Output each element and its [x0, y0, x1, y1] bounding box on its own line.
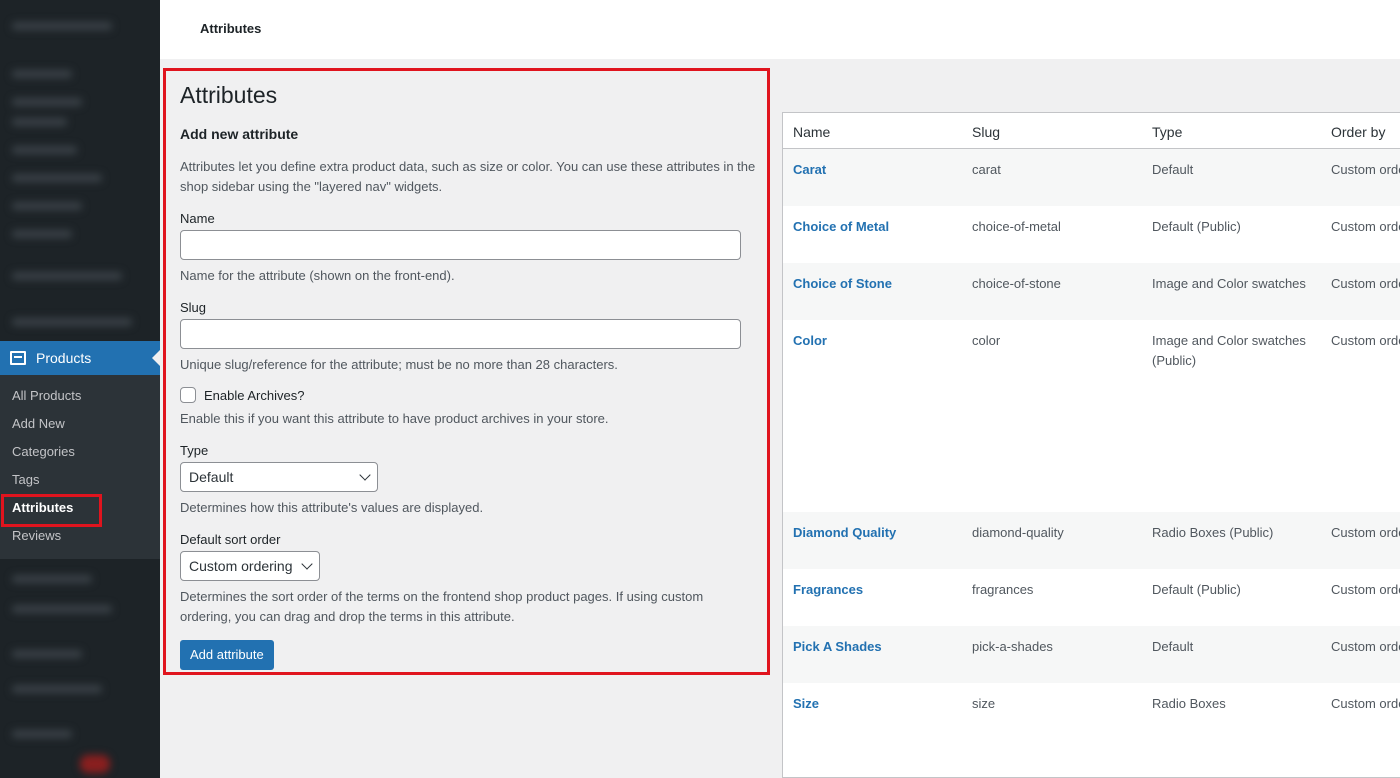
attribute-type: Default	[1152, 162, 1194, 177]
name-help: Name for the attribute (shown on the fro…	[180, 268, 455, 283]
table-row: Carat carat Default Custom orde	[783, 149, 1400, 206]
table-header: Name Slug Type Order by	[783, 113, 1400, 149]
attribute-order-by: Custom orde	[1331, 696, 1400, 711]
archives-help: Enable this if you want this attribute t…	[180, 411, 609, 426]
attribute-type: Image and Color swatches (Public)	[1152, 333, 1306, 368]
add-attribute-button[interactable]: Add attribute	[180, 640, 274, 670]
submenu-categories[interactable]: Categories	[0, 438, 160, 466]
enable-archives-checkbox[interactable]	[180, 387, 196, 403]
column-header-name: Name	[793, 124, 831, 140]
slug-label: Slug	[180, 300, 207, 315]
table-row: Size size Radio Boxes Custom orde	[783, 683, 1400, 777]
attribute-type: Radio Boxes (Public)	[1152, 525, 1274, 540]
page-title: Attributes	[180, 82, 278, 108]
submenu-all-products[interactable]: All Products	[0, 382, 160, 410]
attributes-highlight-box	[1, 494, 102, 527]
type-help: Determines how this attribute's values a…	[180, 500, 484, 515]
attribute-order-by: Custom orde	[1331, 276, 1400, 291]
sort-order-select[interactable]: Custom ordering	[180, 551, 320, 581]
slug-input[interactable]	[180, 319, 741, 349]
enable-archives-row[interactable]: Enable Archives?	[180, 387, 753, 403]
intro-text: Attributes let you define extra product …	[180, 159, 756, 194]
attribute-name-link[interactable]: Size	[793, 694, 819, 714]
attribute-type: Radio Boxes	[1152, 696, 1226, 711]
attribute-slug: choice-of-metal	[972, 219, 1061, 234]
attribute-slug: color	[972, 333, 1001, 348]
table-row: Color color Image and Color swatches (Pu…	[783, 320, 1400, 512]
sidebar-item-label: Products	[36, 350, 92, 366]
attribute-name-link[interactable]: Carat	[793, 160, 826, 180]
sort-order-selected-value: Custom ordering	[189, 558, 293, 574]
column-header-type: Type	[1152, 124, 1183, 140]
section-title: Add new attribute	[180, 126, 299, 142]
attribute-type: Default	[1152, 639, 1194, 654]
table-row: Fragrances fragrances Default (Public) C…	[783, 569, 1400, 626]
attribute-name-link[interactable]: Pick A Shades	[793, 637, 882, 657]
attribute-name-link[interactable]: Diamond Quality	[793, 523, 896, 543]
current-menu-arrow	[152, 350, 160, 366]
sort-order-label: Default sort order	[180, 532, 281, 547]
top-header: Attributes	[160, 0, 1400, 59]
attribute-name-link[interactable]: Fragrances	[793, 580, 863, 600]
table-row: Pick A Shades pick-a-shades Default Cust…	[783, 626, 1400, 683]
attribute-slug: choice-of-stone	[972, 276, 1061, 291]
archive-box-icon	[10, 351, 26, 365]
chevron-down-icon	[359, 469, 371, 481]
attribute-order-by: Custom orde	[1331, 219, 1400, 234]
attribute-order-by: Custom orde	[1331, 582, 1400, 597]
sidebar-item-products[interactable]: Products	[0, 341, 160, 375]
products-submenu: All Products Add New Categories Tags Att…	[0, 375, 160, 559]
attribute-slug: carat	[972, 162, 1001, 177]
attribute-name-link[interactable]: Choice of Stone	[793, 274, 892, 294]
slug-help: Unique slug/reference for the attribute;…	[180, 357, 618, 372]
add-attribute-form: Attributes Add new attribute Attributes …	[163, 68, 770, 675]
attribute-order-by: Custom orde	[1331, 639, 1400, 654]
table-row: Choice of Stone choice-of-stone Image an…	[783, 263, 1400, 320]
attribute-name-link[interactable]: Choice of Metal	[793, 217, 889, 237]
attribute-order-by: Custom orde	[1331, 333, 1400, 348]
attribute-order-by: Custom orde	[1331, 162, 1400, 177]
attributes-table: Name Slug Type Order by Carat carat Defa…	[782, 112, 1400, 778]
attribute-slug: fragrances	[972, 582, 1034, 597]
attribute-slug: pick-a-shades	[972, 639, 1053, 654]
sort-order-help: Determines the sort order of the terms o…	[180, 589, 704, 624]
attribute-slug: diamond-quality	[972, 525, 1064, 540]
name-input[interactable]	[180, 230, 741, 260]
attribute-name-link[interactable]: Color	[793, 331, 827, 351]
attribute-order-by: Custom orde	[1331, 525, 1400, 540]
chevron-down-icon	[301, 558, 313, 570]
enable-archives-label[interactable]: Enable Archives?	[204, 388, 304, 403]
blurred-menu-items	[0, 0, 160, 340]
attribute-slug: size	[972, 696, 996, 711]
admin-sidebar: Products All Products Add New Categories…	[0, 0, 160, 778]
submenu-tags[interactable]: Tags	[0, 466, 160, 494]
submenu-add-new[interactable]: Add New	[0, 410, 160, 438]
column-header-order-by: Order by	[1331, 124, 1386, 140]
table-row: Choice of Metal choice-of-metal Default …	[783, 206, 1400, 263]
column-header-slug: Slug	[972, 124, 1001, 140]
attribute-type: Default (Public)	[1152, 582, 1241, 597]
type-select[interactable]: Default	[180, 462, 378, 492]
attribute-type: Default (Public)	[1152, 219, 1241, 234]
blurred-menu-items-bottom	[0, 565, 160, 778]
type-selected-value: Default	[189, 469, 234, 485]
type-label: Type	[180, 443, 209, 458]
name-label: Name	[180, 211, 215, 226]
attribute-type: Image and Color swatches	[1152, 276, 1306, 291]
table-row: Diamond Quality diamond-quality Radio Bo…	[783, 512, 1400, 569]
breadcrumb: Attributes	[200, 21, 262, 36]
